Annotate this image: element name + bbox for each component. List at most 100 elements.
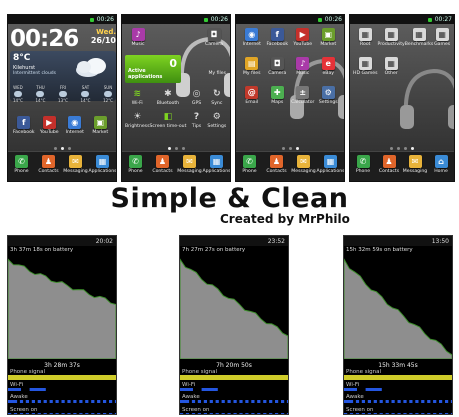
usage-segment bbox=[55, 400, 59, 403]
app-youtube[interactable]: ▶ YouTube bbox=[290, 28, 316, 47]
usage-segment bbox=[191, 400, 196, 403]
app-label: Applications bbox=[88, 169, 117, 174]
contacts-icon: ♟ bbox=[156, 155, 169, 168]
forecast-day-name: SUN bbox=[103, 85, 113, 90]
usage-segment bbox=[79, 400, 83, 403]
home-app-grid: f Facebook ▶ YouTube ◉ Internet ▣ Market bbox=[11, 116, 113, 135]
battery-duration: 3h 37m 18s on battery bbox=[10, 247, 74, 253]
weather-widget[interactable]: 8°C Kilehurst Intermittent clouds WED 14°… bbox=[10, 51, 116, 103]
app-dock-contacts[interactable]: ♟ Contacts bbox=[150, 155, 176, 174]
active-applications-widget[interactable]: 0 Active applications bbox=[125, 55, 181, 83]
app-internet[interactable]: ◉ Internet bbox=[239, 28, 265, 47]
status-bar: 23:52 bbox=[180, 236, 288, 246]
app-youtube[interactable]: ▶ YouTube bbox=[37, 116, 63, 135]
app-label: Contacts bbox=[266, 169, 287, 174]
app-market[interactable]: ▣ Market bbox=[316, 28, 342, 47]
app-dock-messaging[interactable]: ✉ Messaging bbox=[291, 155, 317, 174]
usage-segment bbox=[439, 400, 443, 403]
market-icon: ▣ bbox=[321, 28, 335, 41]
usage-segment bbox=[19, 412, 24, 414]
app-dock-messaging[interactable]: ✉ Messaging bbox=[177, 155, 203, 174]
usage-segment bbox=[221, 412, 225, 414]
app-email[interactable]: @ Email bbox=[239, 86, 265, 105]
app-label: YouTube bbox=[39, 130, 59, 135]
app-label: Messaging bbox=[291, 169, 316, 174]
app-my-files[interactable]: ▤ My files bbox=[239, 57, 265, 76]
usage-segment bbox=[203, 412, 207, 414]
app-toggle-settings[interactable]: ⚙ Settings bbox=[207, 110, 227, 130]
usage-bar bbox=[344, 412, 452, 414]
app-toggle-gps[interactable]: ◎ GPS bbox=[186, 87, 206, 107]
status-bar: 13:50 bbox=[344, 236, 452, 246]
usage-segment bbox=[19, 400, 24, 403]
app-dock-home[interactable]: ⌂ Home bbox=[428, 155, 454, 174]
usage-segment bbox=[215, 412, 219, 414]
usage-segment bbox=[233, 400, 237, 403]
app-music[interactable]: ♪ Music bbox=[290, 57, 316, 76]
app-folder-games[interactable]: ▦ Games bbox=[433, 28, 451, 47]
wifi-icon: ≋ bbox=[133, 88, 141, 99]
app-toggle-bluetooth[interactable]: ✱ Bluetooth bbox=[149, 87, 186, 107]
app-label: Bluetooth bbox=[156, 101, 180, 106]
app-toggle-brightness[interactable]: ☀ Brightness bbox=[125, 110, 149, 130]
app-calculator[interactable]: ± Calculator bbox=[290, 86, 316, 105]
app-camera[interactable]: ◘ Camera bbox=[201, 28, 227, 47]
app-dock-contacts[interactable]: ♟ Contacts bbox=[36, 155, 62, 174]
app-dock-messaging[interactable]: ✉ Messaging bbox=[402, 155, 428, 174]
battery-usage-rows: Phone signalWi-FiAwakeScreen onCharging bbox=[8, 369, 116, 414]
app-market[interactable]: ▣ Market bbox=[88, 116, 114, 135]
status-time: 00:26 bbox=[324, 16, 342, 23]
app-folder-benchmarks[interactable]: ▦ Benchmarks bbox=[405, 28, 433, 47]
usage-segment bbox=[245, 400, 249, 403]
app-folder-productivity[interactable]: ▦ Productivity bbox=[378, 28, 405, 47]
youtube-icon: ▶ bbox=[42, 116, 56, 129]
weather-small-icon bbox=[36, 91, 45, 97]
status-bar: 00:27 bbox=[350, 15, 454, 24]
globe-icon: ◉ bbox=[68, 116, 82, 129]
app-dock-messaging[interactable]: ✉ Messaging bbox=[63, 155, 89, 174]
page-title: Simple & Clean bbox=[110, 183, 349, 214]
app-folder-hd-games[interactable]: ▦ HD Games bbox=[353, 57, 378, 76]
app-grid: ◉ Internet f Facebook ▶ YouTube ▣ Market ▤ My fil… bbox=[239, 28, 341, 105]
app-internet[interactable]: ◉ Internet bbox=[62, 116, 88, 135]
usage-segment bbox=[385, 400, 389, 403]
app-toggle-screen-time-out[interactable]: ◧ Screen time-out bbox=[149, 110, 186, 130]
app-dock-applications[interactable]: ▦ Applications bbox=[202, 155, 230, 174]
phone-icon: ✆ bbox=[15, 155, 28, 168]
elapsed-time: 3h 28m 37s bbox=[44, 362, 80, 369]
clock-date: 26/10 bbox=[90, 36, 116, 45]
app-toggle-tips[interactable]: ? Tips bbox=[186, 110, 206, 130]
app-dock-phone[interactable]: ✆ Phone bbox=[9, 155, 35, 174]
app-dock-phone[interactable]: ✆ Phone bbox=[350, 155, 376, 174]
app-facebook[interactable]: f Facebook bbox=[265, 28, 291, 47]
app-dock-phone[interactable]: ✆ Phone bbox=[123, 155, 149, 174]
usage-segment bbox=[114, 412, 116, 414]
usage-segment bbox=[251, 400, 255, 403]
youtube-icon: ▶ bbox=[296, 28, 310, 41]
app-toggle-sync[interactable]: ↻ Sync bbox=[207, 87, 227, 107]
forecast-day: SUN 12°C bbox=[103, 85, 113, 103]
usage-bar bbox=[344, 400, 452, 403]
app-label: Email bbox=[245, 100, 259, 105]
app-folder-other[interactable]: ▦ Other bbox=[378, 57, 405, 76]
status-bar: 20:02 bbox=[8, 236, 116, 246]
app-music[interactable]: ♪ Music bbox=[125, 28, 151, 47]
folder-games-icon: ▦ bbox=[435, 28, 449, 41]
forecast-day: WED 14°C bbox=[13, 85, 23, 103]
app-dock-contacts[interactable]: ♟ Contacts bbox=[376, 155, 402, 174]
usage-segment bbox=[197, 400, 201, 403]
app-ebay[interactable]: e eBay bbox=[316, 57, 342, 76]
app-dock-applications[interactable]: ▦ Applications bbox=[88, 155, 117, 174]
messaging-icon: ✉ bbox=[69, 155, 82, 168]
usage-segment bbox=[349, 400, 354, 403]
app-dock-applications[interactable]: ▦ Applications bbox=[316, 155, 344, 174]
app-dock-contacts[interactable]: ♟ Contacts bbox=[264, 155, 290, 174]
app-facebook[interactable]: f Facebook bbox=[11, 116, 37, 135]
app-folder-root[interactable]: ▦ Root bbox=[353, 28, 378, 47]
app-maps[interactable]: ✚ Maps bbox=[265, 86, 291, 105]
app-toggle-wi-fi[interactable]: ≋ Wi-Fi bbox=[125, 87, 149, 107]
app-label: Settings bbox=[207, 124, 227, 129]
app-camera[interactable]: ◘ Camera bbox=[265, 57, 291, 76]
app-dock-phone[interactable]: ✆ Phone bbox=[237, 155, 263, 174]
app-settings[interactable]: ⚙ Settings bbox=[316, 86, 342, 105]
